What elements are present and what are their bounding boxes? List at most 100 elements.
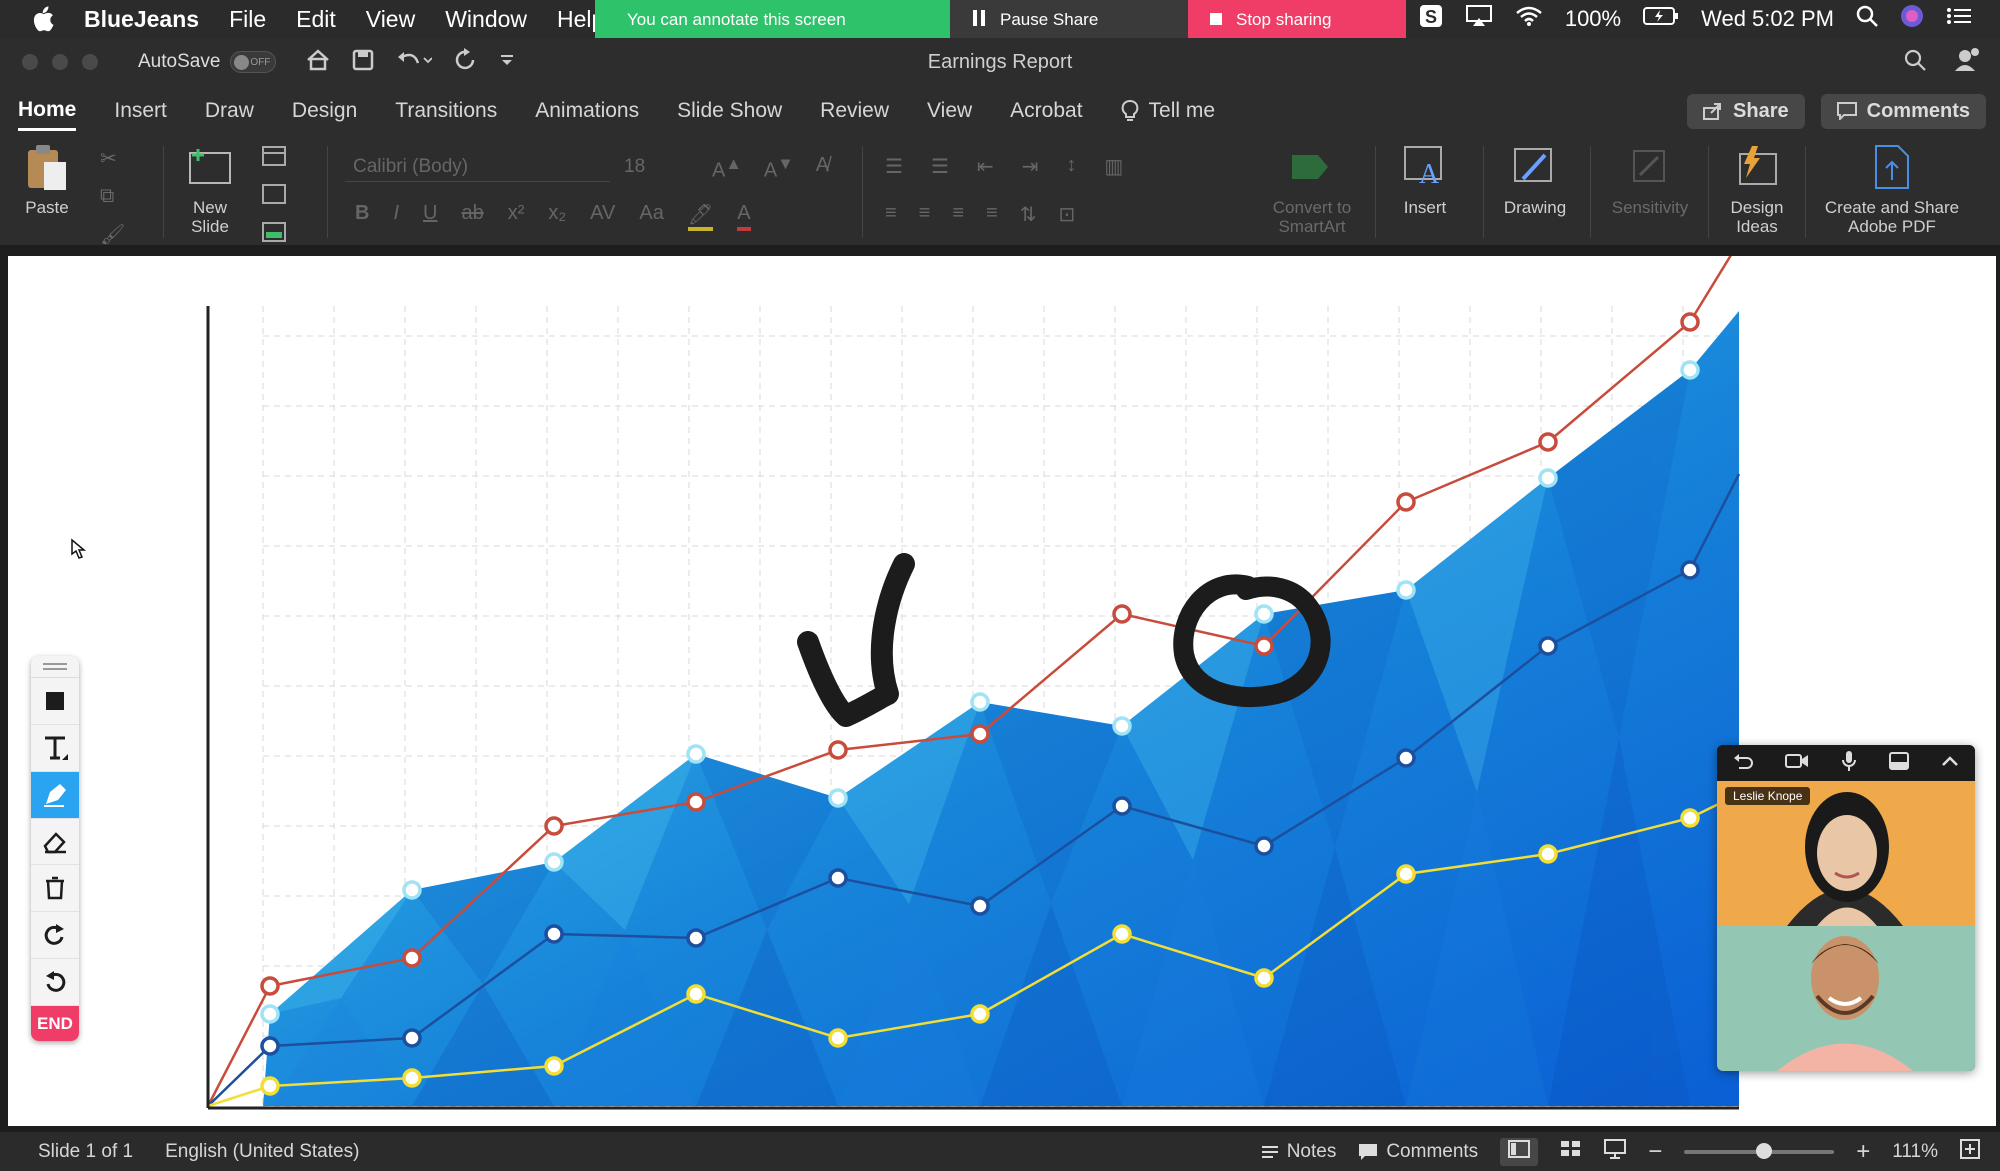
reset-icon[interactable]: [262, 184, 286, 210]
align-right-icon[interactable]: ≡: [952, 202, 964, 227]
menu-view[interactable]: View: [366, 6, 415, 33]
underline-icon[interactable]: U: [423, 202, 437, 231]
decrease-font-icon[interactable]: A▼: [764, 154, 794, 183]
collapse-icon[interactable]: [1941, 754, 1959, 772]
home-icon[interactable]: [306, 48, 330, 76]
superscript-icon[interactable]: x²: [508, 202, 525, 231]
close-window-button[interactable]: [22, 54, 38, 70]
clear-format-icon[interactable]: A̸: [816, 154, 829, 183]
convert-smartart-button[interactable]: Convert to SmartArt: [1262, 142, 1362, 236]
char-spacing-icon[interactable]: AV: [590, 202, 615, 231]
autosave-control[interactable]: AutoSave OFF: [138, 51, 277, 73]
tab-animations[interactable]: Animations: [535, 93, 639, 129]
tab-draw[interactable]: Draw: [205, 93, 254, 129]
create-pdf-button[interactable]: Create and Share Adobe PDF: [1822, 142, 1962, 236]
tab-slide-show[interactable]: Slide Show: [677, 93, 782, 129]
zoom-level[interactable]: 111%: [1892, 1141, 1938, 1163]
status-comments-button[interactable]: Comments: [1358, 1141, 1478, 1163]
control-center-icon[interactable]: [1946, 6, 1972, 32]
apple-icon[interactable]: [32, 6, 62, 32]
normal-view-button[interactable]: [1500, 1137, 1539, 1166]
cut-icon[interactable]: ✂: [100, 146, 125, 171]
autosave-toggle[interactable]: OFF: [230, 51, 277, 73]
battery-icon[interactable]: [1643, 6, 1679, 32]
undo-annotation-button[interactable]: [31, 959, 79, 1007]
annotate-notice[interactable]: You can annotate this screen: [595, 0, 950, 40]
strikethrough-icon[interactable]: ab: [461, 202, 483, 231]
drawing-button[interactable]: Drawing: [1500, 142, 1570, 217]
numbering-icon[interactable]: ☰: [931, 154, 949, 179]
menu-edit[interactable]: Edit: [296, 6, 336, 33]
insert-button[interactable]: A Insert: [1395, 142, 1455, 217]
stop-sharing-button[interactable]: Stop sharing: [1188, 0, 1406, 40]
font-name-dropdown[interactable]: Calibri (Body): [345, 152, 610, 182]
camera-icon[interactable]: [1785, 753, 1809, 774]
subscript-icon[interactable]: x₂: [548, 202, 566, 231]
increase-indent-icon[interactable]: ⇥: [1022, 154, 1039, 179]
customize-toolbar-icon[interactable]: [500, 53, 514, 72]
change-case-icon[interactable]: Aa: [639, 202, 663, 231]
tab-review[interactable]: Review: [820, 93, 889, 129]
zoom-window-button[interactable]: [82, 54, 98, 70]
increase-font-icon[interactable]: A▲: [712, 154, 742, 183]
menu-file[interactable]: File: [229, 6, 266, 33]
tab-design[interactable]: Design: [292, 93, 357, 129]
toolbar-drag-handle[interactable]: [31, 656, 79, 678]
comments-button[interactable]: Comments: [1820, 93, 1986, 129]
sensitivity-button[interactable]: Sensitivity: [1605, 142, 1695, 217]
shape-tool-button[interactable]: [31, 678, 79, 725]
minimize-window-button[interactable]: [52, 54, 68, 70]
tab-acrobat[interactable]: Acrobat: [1010, 93, 1082, 129]
share-button[interactable]: Share: [1687, 93, 1805, 129]
spotlight-search-icon[interactable]: [1856, 5, 1878, 33]
zoom-out-button[interactable]: −: [1648, 1138, 1662, 1166]
zoom-slider[interactable]: [1684, 1142, 1835, 1159]
app-name[interactable]: BlueJeans: [84, 6, 199, 33]
s-app-icon[interactable]: S: [1419, 4, 1443, 34]
fit-slide-icon[interactable]: [1960, 1138, 1980, 1165]
language-indicator[interactable]: English (United States): [165, 1141, 359, 1163]
format-painter-icon[interactable]: 🖌: [100, 222, 125, 247]
italic-icon[interactable]: I: [393, 202, 399, 231]
columns-icon[interactable]: ▥: [1104, 154, 1123, 179]
save-icon[interactable]: [352, 49, 374, 76]
justify-icon[interactable]: ≡: [986, 202, 998, 227]
bold-icon[interactable]: B: [355, 202, 369, 231]
section-icon[interactable]: [262, 222, 286, 248]
new-slide-button[interactable]: New Slide: [180, 142, 240, 236]
text-tool-button[interactable]: [31, 725, 79, 772]
align-left-icon[interactable]: ≡: [885, 202, 897, 227]
paste-button[interactable]: Paste: [22, 142, 72, 217]
microphone-icon[interactable]: [1841, 750, 1857, 777]
menu-window[interactable]: Window: [445, 6, 527, 33]
tab-transitions[interactable]: Transitions: [395, 93, 497, 129]
font-size-dropdown[interactable]: 18: [620, 152, 690, 182]
pause-share-button[interactable]: Pause Share: [950, 0, 1188, 40]
line-spacing-icon[interactable]: ↕: [1066, 154, 1076, 179]
delete-tool-button[interactable]: [31, 865, 79, 913]
participant-tile-2[interactable]: [1717, 926, 1975, 1071]
decrease-indent-icon[interactable]: ⇤: [977, 154, 994, 179]
slide-sorter-button[interactable]: [1560, 1140, 1582, 1164]
highlight-icon[interactable]: 🖊: [687, 202, 714, 231]
align-center-icon[interactable]: ≡: [919, 202, 931, 227]
tab-view[interactable]: View: [927, 93, 972, 129]
end-annotation-button[interactable]: END: [31, 1006, 79, 1041]
layout-icon[interactable]: [1889, 751, 1909, 775]
eraser-tool-button[interactable]: [31, 819, 79, 866]
search-icon[interactable]: [1904, 49, 1926, 76]
airplay-icon[interactable]: [1465, 4, 1493, 34]
slide-canvas[interactable]: [8, 256, 1996, 1126]
presenter-view-button[interactable]: [1604, 1138, 1627, 1165]
clock[interactable]: Wed 5:02 PM: [1701, 6, 1834, 32]
tell-me[interactable]: Tell me: [1121, 93, 1215, 129]
font-color-icon[interactable]: A: [737, 202, 751, 231]
participant-tile-1[interactable]: Leslie Knope: [1717, 781, 1975, 926]
pen-tool-button[interactable]: [31, 771, 79, 819]
align-text-icon[interactable]: ⊡: [1058, 202, 1075, 227]
redo-icon[interactable]: [454, 47, 478, 77]
account-icon[interactable]: [1954, 47, 1980, 78]
wifi-icon[interactable]: [1515, 5, 1543, 33]
return-icon[interactable]: [1733, 752, 1753, 775]
design-ideas-button[interactable]: Design Ideas: [1722, 142, 1792, 236]
